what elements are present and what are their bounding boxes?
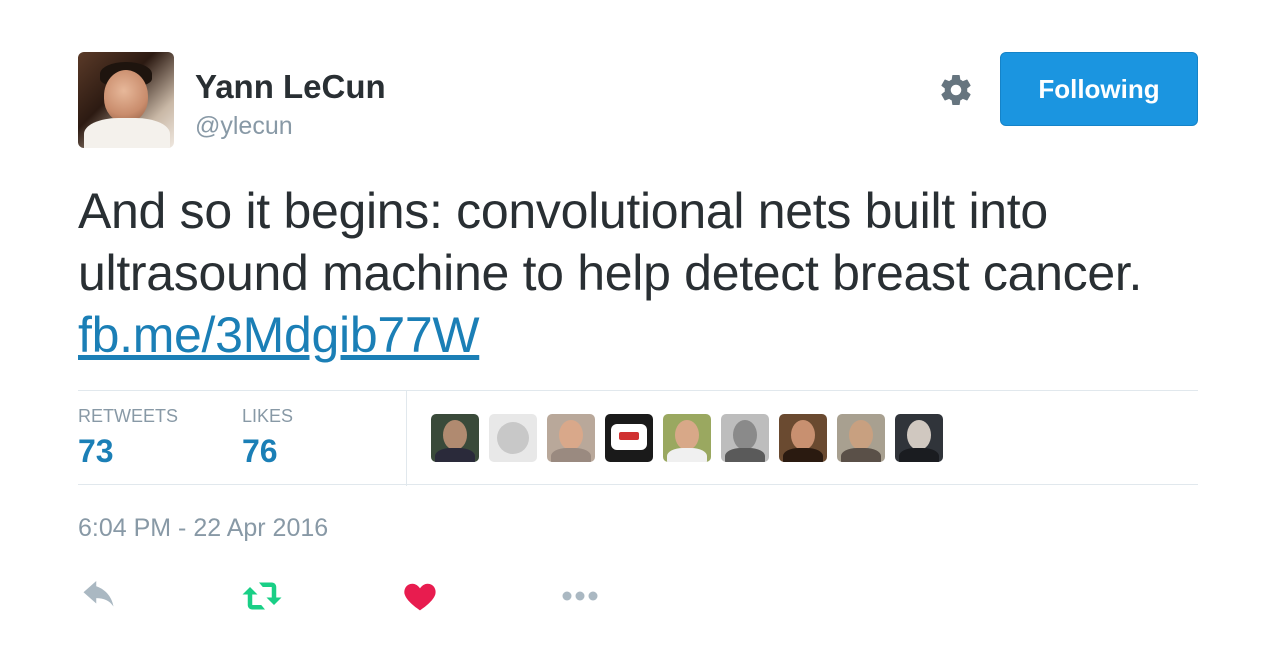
stats-separator	[406, 390, 407, 486]
tweet-timestamp[interactable]: 6:04 PM - 22 Apr 2016	[78, 514, 328, 543]
liker-avatar[interactable]	[431, 414, 479, 462]
divider-bottom	[78, 484, 1198, 485]
tweet-text-line-1: And so it begins: convolutional nets bui…	[78, 183, 1048, 239]
tweet-card: Yann LeCun @ylecun Following And so it b…	[78, 52, 1198, 611]
likes-label: LIKES	[242, 406, 294, 426]
author-name[interactable]: Yann LeCun	[195, 68, 386, 106]
tweet-link[interactable]: fb.me/3Mdgib77W	[78, 307, 480, 363]
gear-icon[interactable]	[936, 70, 976, 110]
likes-count[interactable]: 76	[242, 433, 293, 470]
reply-icon[interactable]	[78, 576, 122, 616]
tweet-stats: RETWEETS 73 LIKES 76	[78, 390, 1198, 486]
liker-avatar[interactable]	[663, 414, 711, 462]
retweets-count[interactable]: 73	[78, 433, 178, 470]
liker-avatar[interactable]	[895, 414, 943, 462]
tweet-text-line-2: ultrasound machine to help detect breast…	[78, 245, 1143, 301]
more-icon[interactable]	[558, 576, 602, 616]
liker-avatar[interactable]	[721, 414, 769, 462]
likes-stat[interactable]: LIKES 76	[242, 406, 293, 470]
liker-avatar[interactable]	[547, 414, 595, 462]
liker-avatar[interactable]	[489, 414, 537, 462]
liker-avatar[interactable]	[605, 414, 653, 462]
liker-avatar[interactable]	[837, 414, 885, 462]
author-avatar[interactable]	[78, 52, 174, 148]
tweet-text: And so it begins: convolutional nets bui…	[78, 180, 1208, 366]
author-handle[interactable]: @ylecun	[195, 112, 293, 141]
following-button[interactable]: Following	[1000, 52, 1198, 126]
retweet-icon[interactable]	[240, 576, 284, 616]
retweets-label: RETWEETS	[78, 406, 179, 426]
tweet-actions	[78, 576, 678, 616]
retweets-stat[interactable]: RETWEETS 73	[78, 406, 178, 470]
heart-icon[interactable]	[398, 576, 442, 616]
liker-avatar[interactable]	[779, 414, 827, 462]
liker-avatars	[431, 414, 943, 462]
tweet-header: Yann LeCun @ylecun Following	[78, 52, 1198, 148]
